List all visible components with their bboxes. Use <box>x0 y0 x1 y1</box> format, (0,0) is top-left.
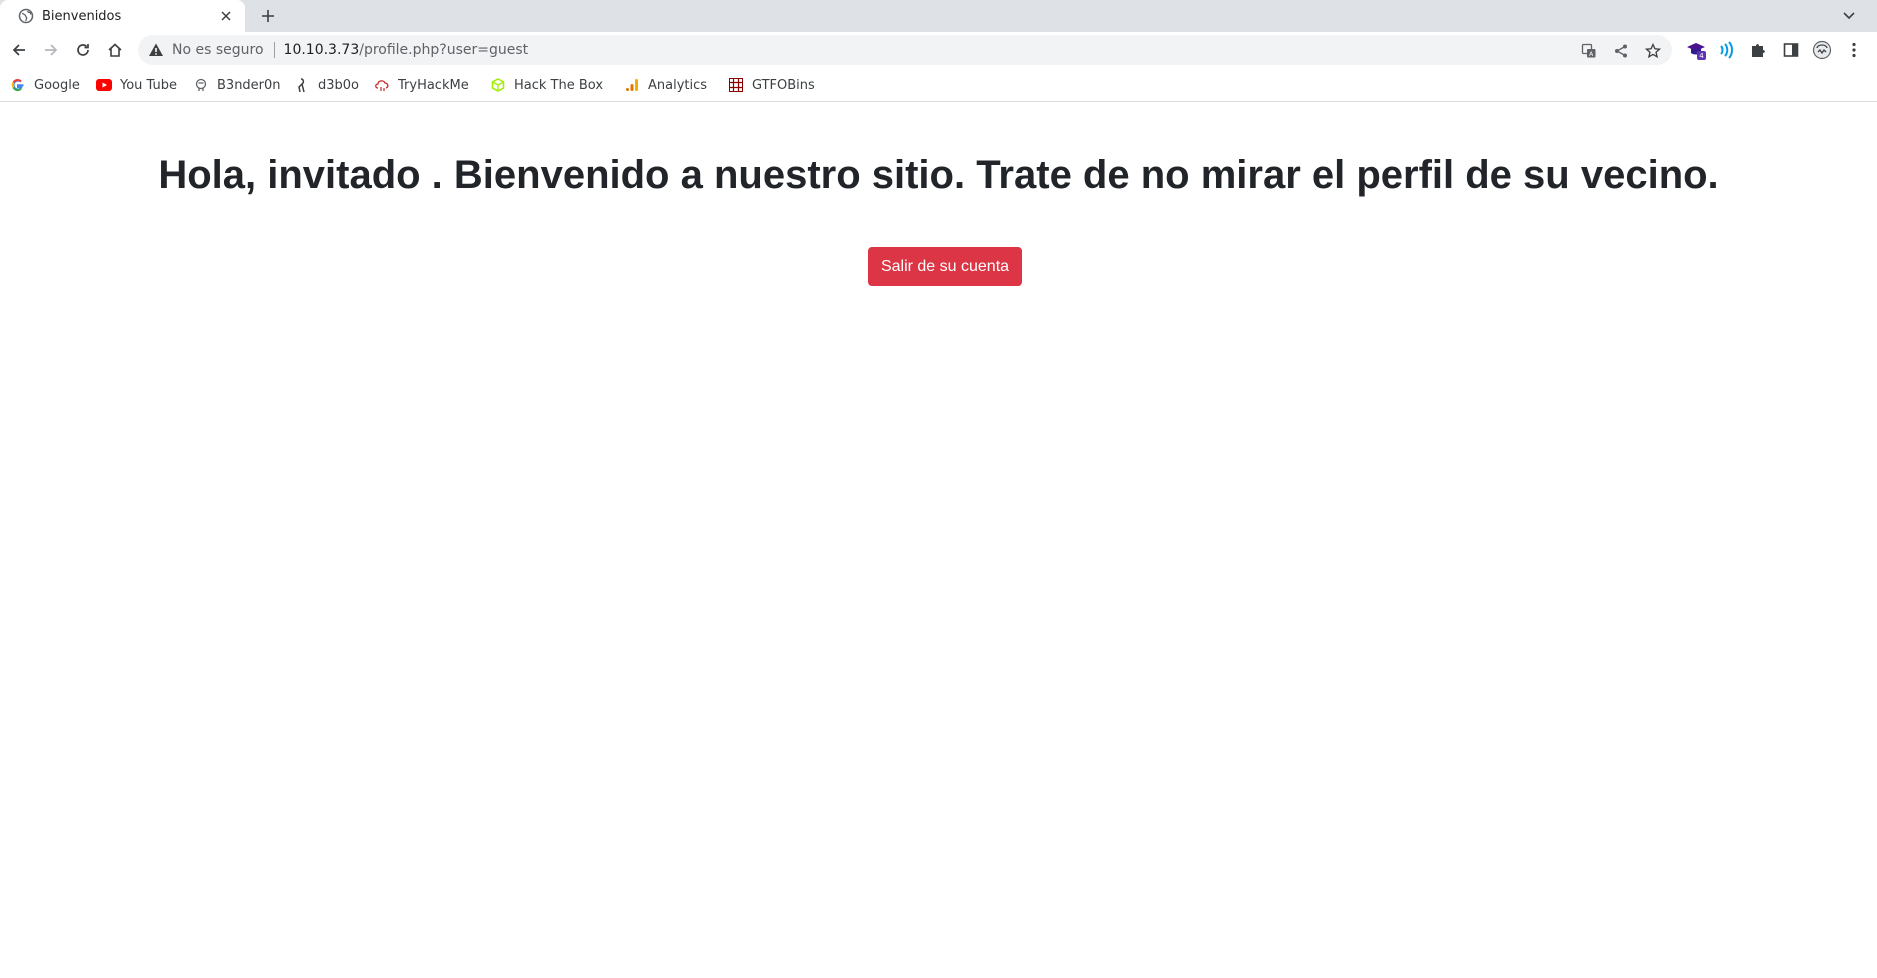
tab-close-icon[interactable] <box>217 7 235 25</box>
translate-icon[interactable]: A <box>1580 42 1598 60</box>
bookmark-label: Analytics <box>648 77 708 93</box>
tryhackme-icon <box>374 77 390 93</box>
bookmark-label: Google <box>34 77 80 93</box>
tab-strip: Bienvenidos <box>0 0 1877 32</box>
warning-icon[interactable] <box>148 42 164 58</box>
security-status[interactable]: No es seguro <box>172 42 264 58</box>
bookmark-label: You Tube <box>120 77 177 93</box>
url-host[interactable]: 10.10.3.73 <box>284 42 360 58</box>
omnibox-divider <box>273 42 275 58</box>
bookmark-label: B3nder0n <box>217 77 281 93</box>
d3b0o-icon <box>294 77 310 93</box>
address-bar[interactable]: No es seguro 10.10.3.73 /profile.php?use… <box>138 35 1672 65</box>
bookmark-star-icon[interactable] <box>1644 42 1662 60</box>
new-tab-button[interactable] <box>256 4 280 28</box>
share-icon[interactable] <box>1612 42 1630 60</box>
hackthebox-icon <box>490 77 506 93</box>
b3nder0n-icon <box>193 77 209 93</box>
gtfobins-icon <box>728 77 744 93</box>
globe-icon <box>18 8 34 24</box>
more-menu-icon[interactable] <box>1844 40 1864 60</box>
forward-button[interactable] <box>36 35 66 65</box>
browser-toolbar: No es seguro 10.10.3.73 /profile.php?use… <box>0 32 1877 68</box>
bookmark-d3b0o[interactable]: d3b0o <box>294 73 359 97</box>
tab-bienvenidos[interactable]: Bienvenidos <box>0 0 245 32</box>
wave-extension-icon[interactable] <box>1716 40 1736 60</box>
tab-search-chevron-down-icon[interactable] <box>1839 6 1859 26</box>
username: invitado <box>267 153 421 197</box>
bookmark-label: TryHackMe <box>398 77 469 93</box>
youtube-icon <box>96 77 112 93</box>
reload-button[interactable] <box>68 35 98 65</box>
page-content: Hola, invitado . Bienvenido a nuestro si… <box>0 103 1877 978</box>
welcome-heading: Hola, invitado . Bienvenido a nuestro si… <box>0 151 1877 199</box>
logout-button[interactable]: Salir de su cuenta <box>868 247 1022 286</box>
side-panel-icon[interactable] <box>1781 40 1801 60</box>
greeting-prefix: Hola, <box>158 153 268 197</box>
bookmark-label: GTFOBins <box>752 77 815 93</box>
analytics-icon <box>624 77 640 93</box>
bookmark-b3nder0n[interactable]: B3nder0n <box>193 73 281 97</box>
bookmark-hackthebox[interactable]: Hack The Box <box>490 73 603 97</box>
home-button[interactable] <box>100 35 130 65</box>
greeting-suffix: . Bienvenido a nuestro sitio. Trate de n… <box>420 153 1719 197</box>
bookmarks-bar: Google You Tube B3nder0n d3b0o TryHackMe… <box>0 68 1877 102</box>
bookmark-label: d3b0o <box>318 77 359 93</box>
url-path[interactable]: /profile.php?user=guest <box>359 42 528 58</box>
bookmark-analytics[interactable]: Analytics <box>624 73 707 97</box>
bookmark-youtube[interactable]: You Tube <box>96 73 177 97</box>
google-icon <box>10 77 26 93</box>
bookmark-tryhackme[interactable]: TryHackMe <box>374 73 469 97</box>
tab-title: Bienvenidos <box>42 8 122 24</box>
extension-badge: 4 <box>1699 52 1704 60</box>
extensions-puzzle-icon[interactable] <box>1748 40 1768 60</box>
profile-avatar-icon[interactable] <box>1812 40 1832 60</box>
back-button[interactable] <box>4 35 34 65</box>
bookmark-gtfobins[interactable]: GTFOBins <box>728 73 815 97</box>
bookmark-google[interactable]: Google <box>10 73 80 97</box>
bookmark-label: Hack The Box <box>514 77 604 93</box>
mortarboard-extension-icon[interactable]: 4 <box>1686 40 1706 60</box>
